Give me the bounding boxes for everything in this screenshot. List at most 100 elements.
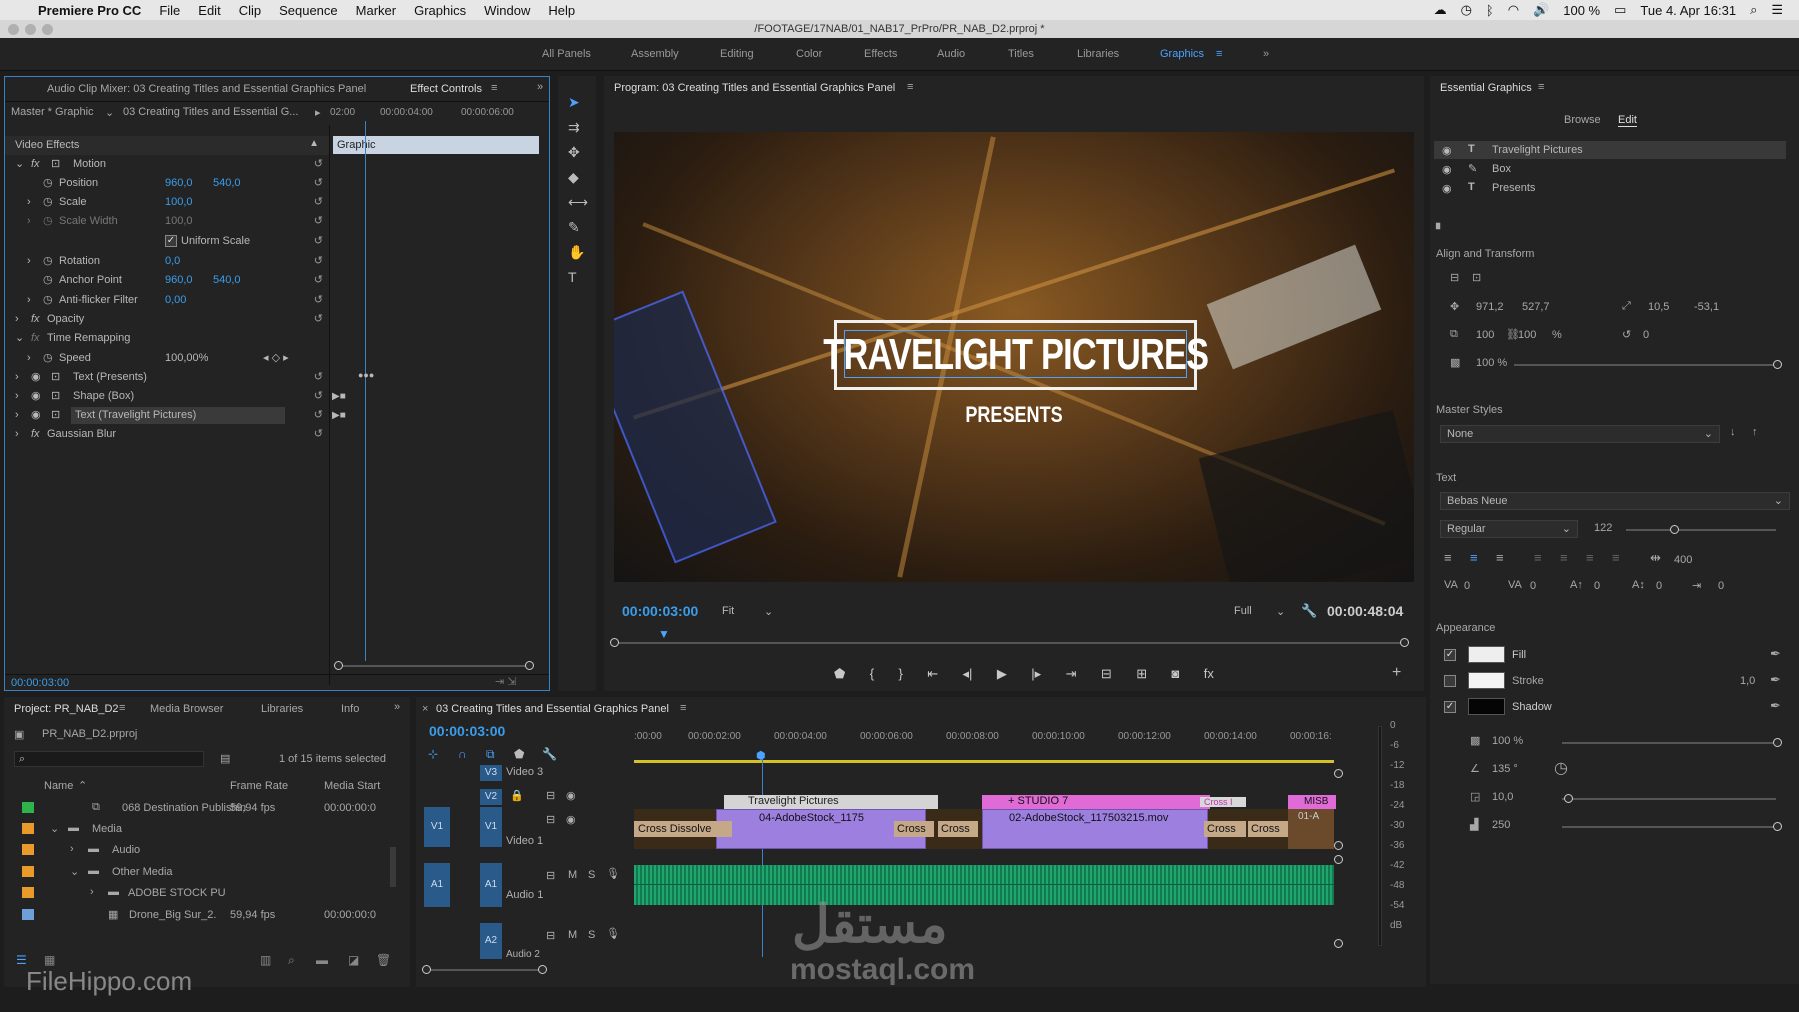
shadow-opacity-value[interactable]: 100 % <box>1492 735 1523 747</box>
shadow-blur-value[interactable]: 250 <box>1492 819 1510 831</box>
ec-zoom-handle-left[interactable] <box>334 661 343 670</box>
expand-icon[interactable]: ⌄ <box>15 329 24 348</box>
tab-info[interactable]: Info <box>341 703 359 715</box>
new-layer-icon[interactable]: ▘ <box>1436 223 1444 236</box>
baseline-value[interactable]: 0 <box>1594 580 1600 592</box>
sync-lock-icon[interactable]: ⊟ <box>546 869 555 882</box>
clip-cross-graphic[interactable]: Cross I <box>1200 797 1246 807</box>
sequence-tab[interactable]: 03 Creating Titles and Essential Graphic… <box>436 703 669 715</box>
eg-scale-w[interactable]: 100 <box>1476 329 1494 341</box>
label-color[interactable] <box>22 802 34 813</box>
eye-icon[interactable]: ◉ <box>1442 182 1452 195</box>
reset-antiflicker-icon[interactable]: ↺ <box>314 291 323 310</box>
fill-swatch[interactable] <box>1468 646 1505 663</box>
col-frame-rate[interactable]: Frame Rate <box>230 780 288 792</box>
list-item[interactable]: › ▬ ADOBE STOCK PU <box>4 882 399 902</box>
timeline-zoom-scrollbar[interactable] <box>426 969 542 971</box>
label-color[interactable] <box>22 887 34 898</box>
eg-anchor-y[interactable]: -53,1 <box>1694 301 1719 313</box>
tab-effect-controls[interactable]: Effect Controls <box>410 83 482 95</box>
minimize-window-button[interactable] <box>25 24 36 35</box>
list-item[interactable]: ⌄ ▬ Other Media <box>4 861 399 881</box>
ec-playhead[interactable] <box>365 121 366 661</box>
sync-lock-icon[interactable]: ⊟ <box>546 813 555 826</box>
mute-button[interactable]: M <box>568 929 577 941</box>
export-frame-icon[interactable]: ◙ <box>1172 666 1180 686</box>
expand-icon[interactable]: ⌄ <box>70 865 79 878</box>
ec-clip-bar[interactable]: Graphic <box>333 136 539 154</box>
play-clip-icon[interactable]: ▸ <box>315 106 321 119</box>
shape-box-row[interactable]: › ◉ ⊡ Shape (Box) ↺ <box>5 387 329 406</box>
clip-studio[interactable]: + STUDIO 7 <box>982 795 1210 809</box>
shadow-opacity-slider[interactable] <box>1562 742 1776 744</box>
panel-overflow-icon[interactable]: » <box>537 81 543 93</box>
track-select-tool-icon[interactable]: ⇉ <box>568 119 580 136</box>
find-icon[interactable]: ⌕ <box>288 953 295 968</box>
ec-zoom-scrollbar[interactable] <box>339 665 531 667</box>
fill-checkbox[interactable]: ✓ <box>1444 649 1456 661</box>
go-to-in-icon[interactable]: ⇤ <box>927 666 938 686</box>
pen-tool-icon[interactable]: ✎ <box>568 219 580 236</box>
playhead-head-icon[interactable]: ⬢ <box>756 749 766 762</box>
quality-chevron-icon[interactable]: ⌄ <box>1276 605 1285 618</box>
solo-button[interactable]: S <box>588 929 595 941</box>
menu-sequence[interactable]: Sequence <box>279 3 338 18</box>
workspace-editing[interactable]: Editing <box>720 48 754 60</box>
clip-audio-1[interactable] <box>634 865 1334 905</box>
col-media-start[interactable]: Media Start <box>324 780 380 792</box>
workspace-audio[interactable]: Audio <box>937 48 965 60</box>
eg-rotation[interactable]: 0 <box>1643 329 1649 341</box>
quality-dropdown[interactable]: Full <box>1234 605 1252 617</box>
layer-travelight[interactable]: ◉ T Travelight Pictures <box>1434 141 1786 159</box>
reset-box-icon[interactable]: ↺ <box>314 387 323 406</box>
scrub-end-handle[interactable] <box>1400 638 1409 647</box>
step-forward-icon[interactable]: |▸ <box>1031 666 1041 686</box>
ripple-edit-tool-icon[interactable]: ✥ <box>568 144 580 161</box>
scrub-start-handle[interactable] <box>610 638 619 647</box>
align-horizontal-icon[interactable]: ⊡ <box>1472 271 1481 284</box>
align-vertical-icon[interactable]: ⊟ <box>1450 271 1459 284</box>
notification-icon[interactable]: ☰ <box>1771 2 1783 18</box>
button-editor-plus-icon[interactable]: + <box>1392 664 1401 682</box>
timeline-timecode[interactable]: 00:00:03:00 <box>429 723 505 739</box>
project-overflow-icon[interactable]: » <box>394 701 400 713</box>
uniform-scale-checkbox[interactable]: ✓ <box>165 235 177 247</box>
ec-timecode[interactable]: 00:00:03:00 <box>11 677 69 689</box>
menu-marker[interactable]: Marker <box>356 3 396 18</box>
leading-value[interactable]: 0 <box>1530 580 1536 592</box>
essential-graphics-title[interactable]: Essential Graphics <box>1440 82 1532 94</box>
transition-cross-d[interactable]: Cross D <box>1248 821 1288 837</box>
list-view-icon[interactable]: ☰ <box>16 953 27 967</box>
source-v1[interactable]: V1 <box>424 807 450 847</box>
ec-zoom-handle-right[interactable] <box>525 661 534 670</box>
overwrite-icon[interactable]: ⊞ <box>1136 666 1147 686</box>
track-zoom-knob[interactable] <box>1334 769 1343 778</box>
trash-icon[interactable]: 🗑 <box>376 953 391 967</box>
label-color[interactable] <box>22 823 34 834</box>
voiceover-mic-icon[interactable]: 🎙 <box>606 927 620 940</box>
workspace-overflow-icon[interactable]: » <box>1263 48 1269 60</box>
menu-app-name[interactable]: Premiere Pro CC <box>38 3 141 18</box>
list-item[interactable]: ▦ Drone_Big Sur_2. 59,94 fps 00:00:00:0 <box>4 904 399 924</box>
transition-cross-d[interactable]: Cross D <box>1204 821 1246 837</box>
voiceover-mic-icon[interactable]: 🎙 <box>606 867 620 880</box>
settings-wrench-icon[interactable]: 🔧 <box>1301 603 1317 619</box>
font-size-slider[interactable] <box>1626 529 1776 531</box>
pull-style-icon[interactable]: ↑ <box>1752 426 1758 438</box>
time-machine-icon[interactable]: ◷ <box>1461 2 1472 18</box>
eg-position-x[interactable]: 971,2 <box>1476 301 1504 313</box>
justify-left-icon[interactable]: ≡ <box>1534 550 1542 565</box>
shadow-distance-value[interactable]: 10,0 <box>1492 791 1513 803</box>
workspace-menu-icon[interactable]: ≡ <box>1216 48 1222 60</box>
add-marker-icon[interactable]: ⬟ <box>834 666 845 686</box>
expand-icon[interactable]: ⌄ <box>50 822 59 835</box>
justify-center-icon[interactable]: ≡ <box>1560 550 1568 565</box>
program-title[interactable]: Program: 03 Creating Titles and Essentia… <box>614 82 895 94</box>
rotation-value[interactable]: 0,0 <box>165 252 180 271</box>
reset-position-icon[interactable]: ↺ <box>314 174 323 193</box>
opacity-slider[interactable] <box>1514 364 1776 366</box>
mark-out-icon[interactable]: } <box>898 666 902 686</box>
keyframe-icon[interactable]: ▶■ <box>332 391 346 402</box>
expand-icon[interactable]: › <box>27 291 31 310</box>
label-color[interactable] <box>22 909 34 920</box>
